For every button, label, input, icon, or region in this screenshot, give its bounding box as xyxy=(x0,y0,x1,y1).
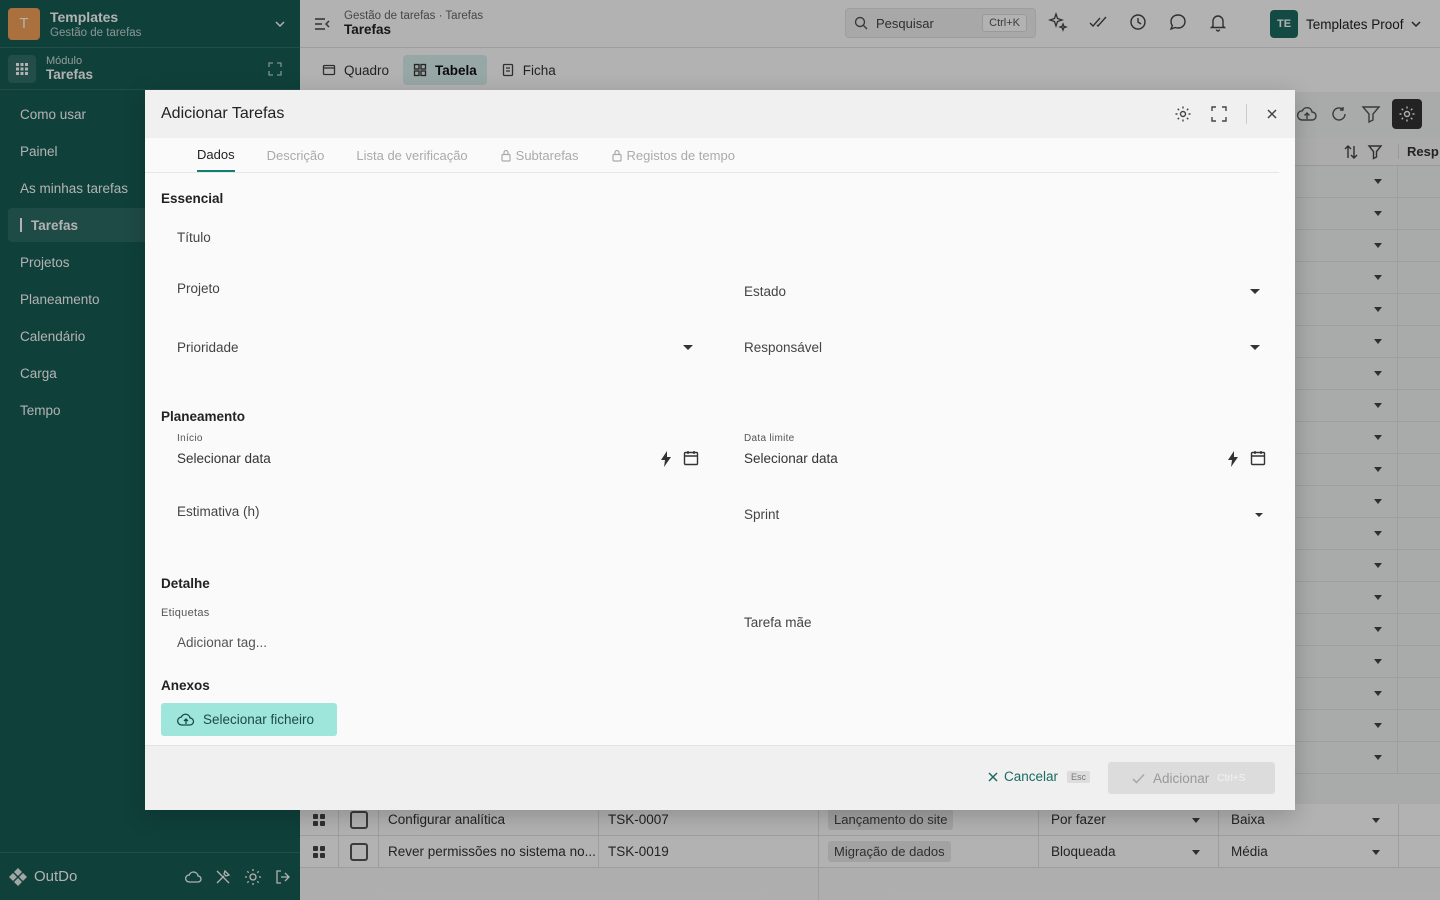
add-button[interactable]: Adicionar Ctrl+S xyxy=(1108,762,1275,794)
section-planeamento: Planeamento xyxy=(161,409,246,424)
assignee-field[interactable]: Responsável xyxy=(744,340,822,355)
select-file-button[interactable]: Selecionar ficheiro xyxy=(161,703,337,736)
calendar-icon[interactable] xyxy=(683,450,699,466)
add-task-dialog: Adicionar Tarefas Dados Descrição Lista … xyxy=(145,90,1295,810)
dialog-tabs: Dados Descrição Lista de verificação Sub… xyxy=(145,138,1279,173)
fullscreen-icon[interactable] xyxy=(1210,105,1228,123)
tab-label: Lista de verificação xyxy=(356,147,468,163)
priority-dropdown-arrow[interactable] xyxy=(683,345,693,350)
tab-subtarefas: Subtarefas xyxy=(500,138,579,172)
close-icon[interactable] xyxy=(1265,107,1279,121)
title-field[interactable]: Título xyxy=(177,230,211,245)
parent-task-field[interactable]: Tarefa mãe xyxy=(744,615,812,630)
tab-label: Registos de tempo xyxy=(626,147,735,163)
due-date-label: Data limite xyxy=(744,433,795,444)
lock-icon xyxy=(611,149,622,162)
tab-label: Subtarefas xyxy=(515,147,579,163)
tags-label: Etiquetas xyxy=(161,607,210,619)
sprint-dropdown-arrow[interactable] xyxy=(1255,513,1263,517)
due-date-input[interactable]: Selecionar data xyxy=(744,451,838,466)
tab-label: Dados xyxy=(197,146,235,162)
status-dropdown-arrow[interactable] xyxy=(1250,289,1260,294)
close-icon xyxy=(988,771,998,782)
tab-dados[interactable]: Dados xyxy=(197,138,235,172)
tab-registos-tempo: Registos de tempo xyxy=(611,138,735,172)
add-label: Adicionar xyxy=(1153,770,1210,786)
cancel-shortcut: Esc xyxy=(1067,770,1091,783)
status-field[interactable]: Estado xyxy=(744,284,786,299)
lightning-icon[interactable] xyxy=(660,451,672,467)
cancel-label: Cancelar xyxy=(1004,769,1059,784)
cancel-button[interactable]: Cancelar Esc xyxy=(988,769,1091,784)
lock-icon xyxy=(501,149,511,162)
dialog-footer: Cancelar Esc Adicionar Ctrl+S xyxy=(145,745,1295,810)
check-icon xyxy=(1132,773,1145,784)
cloud-upload-icon xyxy=(177,713,195,726)
tab-descricao[interactable]: Descrição xyxy=(267,138,325,172)
lightning-icon[interactable] xyxy=(1227,451,1239,467)
add-shortcut: Ctrl+S xyxy=(1217,772,1246,784)
section-anexos: Anexos xyxy=(161,678,210,693)
section-essencial: Essencial xyxy=(161,191,224,206)
assignee-dropdown-arrow[interactable] xyxy=(1250,345,1260,350)
dialog-body: Essencial Título Projeto Estado Priorida… xyxy=(145,173,1295,745)
estimate-field[interactable]: Estimativa (h) xyxy=(177,504,260,519)
section-detalhe: Detalhe xyxy=(161,576,210,591)
dialog-header: Adicionar Tarefas xyxy=(145,90,1295,138)
select-file-label: Selecionar ficheiro xyxy=(203,712,315,727)
tab-label: Descrição xyxy=(266,147,325,163)
project-field[interactable]: Projeto xyxy=(177,281,220,296)
priority-field[interactable]: Prioridade xyxy=(177,340,239,355)
dialog-title: Adicionar Tarefas xyxy=(161,105,285,122)
start-date-label: Início xyxy=(177,433,203,444)
gear-icon[interactable] xyxy=(1174,105,1192,123)
tags-input[interactable]: Adicionar tag... xyxy=(177,635,267,650)
calendar-icon[interactable] xyxy=(1250,450,1266,466)
tab-lista-verificacao[interactable]: Lista de verificação xyxy=(356,138,467,172)
sprint-field[interactable]: Sprint xyxy=(744,507,779,522)
start-date-input[interactable]: Selecionar data xyxy=(177,451,271,466)
